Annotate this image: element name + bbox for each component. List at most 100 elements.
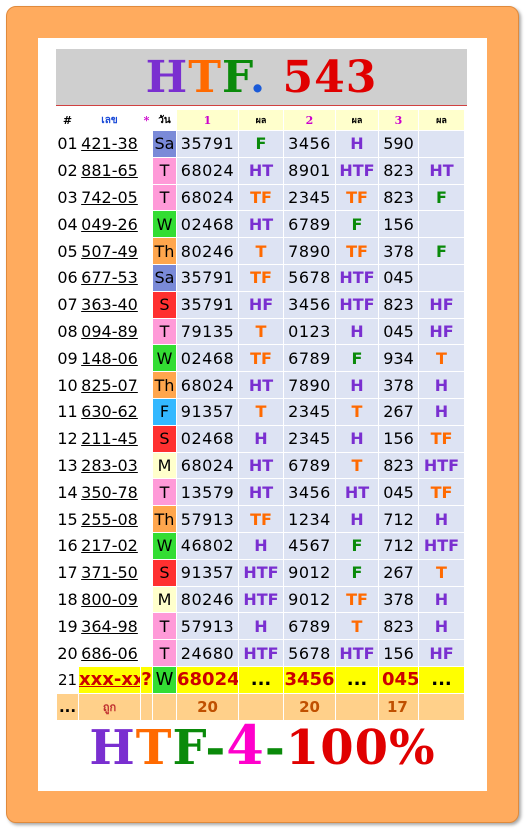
table-row: 07 363-40 S 35791 HF 3456 HTF 823 HF xyxy=(56,290,465,319)
footer-letter-t: T xyxy=(135,720,173,776)
row-star xyxy=(140,263,153,292)
row-number: 12 xyxy=(56,424,79,453)
row-star xyxy=(140,505,153,533)
row-set1: 35791 xyxy=(176,290,239,319)
footer-percent: 100% xyxy=(285,720,436,776)
prediction-set2: 3456 xyxy=(283,665,336,694)
row-result2: T xyxy=(335,612,379,641)
footer-letter-h: H xyxy=(89,720,136,776)
row-number: 10 xyxy=(56,371,79,399)
row-day: Sa xyxy=(152,130,177,158)
row-result3: H xyxy=(418,371,465,399)
row-set1: 24680 xyxy=(176,639,239,667)
footer-dash-2: - xyxy=(264,720,286,776)
row-result2: HTF xyxy=(335,263,379,292)
row-result1: HT xyxy=(238,478,284,507)
footer-title: HTF-4-100% xyxy=(40,715,485,778)
row-number: 01 xyxy=(56,130,79,158)
row-code: 742-05 xyxy=(78,183,141,212)
row-code: 800-09 xyxy=(78,585,141,614)
row-day: T xyxy=(152,156,177,185)
header-res3: ผล xyxy=(418,109,465,131)
row-result1: HT xyxy=(238,371,284,399)
row-code: 148-06 xyxy=(78,344,141,373)
row-day: Th xyxy=(152,505,177,533)
row-set2: 2345 xyxy=(283,424,336,453)
row-star xyxy=(140,156,153,185)
row-set2: 2345 xyxy=(283,397,336,426)
footer-dash-1: - xyxy=(205,720,227,776)
row-set1: 02468 xyxy=(176,344,239,373)
header-num: # xyxy=(56,109,79,131)
results-table: # เลข * วัน 1 ผล 2 ผล 3 ผล 01 421-38 Sa 357… xyxy=(56,109,465,721)
prediction-row: 21 xxx-xx? W 68024... 3456... 045... xyxy=(56,665,465,694)
row-number: 19 xyxy=(56,612,79,641)
row-set3: 378 xyxy=(378,371,419,399)
row-star xyxy=(140,344,153,373)
row-set2: 9012 xyxy=(283,558,336,587)
row-code: 421-38 xyxy=(78,130,141,158)
row-result3: H xyxy=(418,612,465,641)
row-result3: TF xyxy=(418,424,465,453)
row-set1: 91357 xyxy=(176,558,239,587)
row-number: 17 xyxy=(56,558,79,587)
table-row: 03 742-05 T 68024 TF 2345 TF 823 F xyxy=(56,183,465,212)
row-code: 371-50 xyxy=(78,558,141,587)
row-set2: 6789 xyxy=(283,451,336,480)
row-set3: 712 xyxy=(378,531,419,560)
row-day: M xyxy=(152,585,177,614)
row-number: 20 xyxy=(56,639,79,667)
row-set1: 68024 xyxy=(176,156,239,185)
row-number: 14 xyxy=(56,478,79,507)
row-set3: 045 xyxy=(378,478,419,507)
footer-letter-f: F xyxy=(172,720,206,776)
table-row: 11 630-62 F 91357 T 2345 T 267 H xyxy=(56,397,465,426)
table-row: 14 350-78 T 13579 HT 3456 HT 045 TF xyxy=(56,478,465,507)
row-result1: H xyxy=(238,424,284,453)
row-code: 363-40 xyxy=(78,290,141,319)
row-result2: T xyxy=(335,397,379,426)
row-star xyxy=(140,558,153,587)
row-set2: 3456 xyxy=(283,130,336,158)
row-set3: 823 xyxy=(378,156,419,185)
row-set3: 156 xyxy=(378,210,419,239)
row-result1: H xyxy=(238,612,284,641)
row-result2: F xyxy=(335,210,379,239)
row-set1: 68024 xyxy=(176,451,239,480)
row-code: 630-62 xyxy=(78,397,141,426)
row-result3 xyxy=(418,130,465,158)
title-letter-t: T xyxy=(188,52,222,103)
row-result2: TF xyxy=(335,585,379,614)
header-res1: ผล xyxy=(238,109,284,131)
row-star xyxy=(140,612,153,641)
row-result2: H xyxy=(335,505,379,533)
row-result1: HTF xyxy=(238,639,284,667)
row-result3: F xyxy=(418,237,465,265)
row-result2: T xyxy=(335,451,379,480)
page-title: HTF. 543 xyxy=(56,49,467,106)
row-set3: 045 xyxy=(378,317,419,346)
row-result3: H xyxy=(418,505,465,533)
row-number: 16 xyxy=(56,531,79,560)
row-day: W xyxy=(152,531,177,560)
row-set1: 13579 xyxy=(176,478,239,507)
row-number: 06 xyxy=(56,263,79,292)
row-star xyxy=(140,424,153,453)
row-set1: 57913 xyxy=(176,505,239,533)
row-result1: HT xyxy=(238,156,284,185)
row-number: 02 xyxy=(56,156,79,185)
row-result3 xyxy=(418,210,465,239)
row-set1: 68024 xyxy=(176,371,239,399)
row-set2: 9012 xyxy=(283,585,336,614)
row-result3: HT xyxy=(418,156,465,185)
table-row: 09 148-06 W 02468 TF 6789 F 934 T xyxy=(56,344,465,373)
row-day: T xyxy=(152,183,177,212)
row-set3: 267 xyxy=(378,397,419,426)
row-day: Th xyxy=(152,371,177,399)
row-result1: HTF xyxy=(238,558,284,587)
row-day: T xyxy=(152,478,177,507)
row-set2: 6789 xyxy=(283,344,336,373)
table-header: # เลข * วัน 1 ผล 2 ผล 3 ผล xyxy=(56,109,465,131)
row-set3: 378 xyxy=(378,237,419,265)
row-set1: 35791 xyxy=(176,263,239,292)
